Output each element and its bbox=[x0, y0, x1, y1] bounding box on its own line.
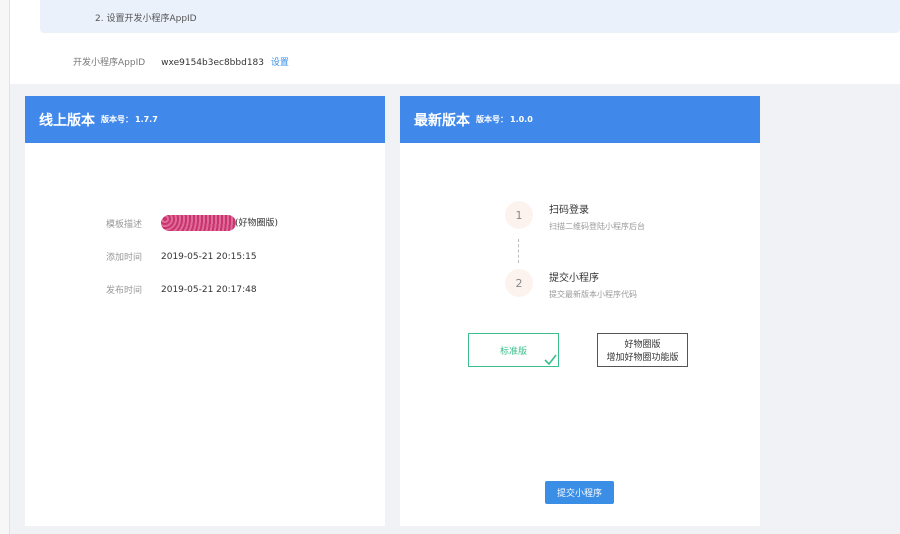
step-scan-login: 1 扫码登录 扫描二维码登陆小程序后台 bbox=[505, 201, 645, 232]
online-version-number: 1.7.7 bbox=[135, 115, 158, 124]
step-tip-box: 2. 设置开发小程序AppID bbox=[40, 0, 900, 33]
submit-miniprogram-button[interactable]: 提交小程序 bbox=[545, 481, 614, 504]
latest-version-title: 最新版本 bbox=[414, 112, 470, 129]
latest-version-number: 1.0.0 bbox=[510, 115, 533, 124]
online-version-card: 线上版本 版本号： 1.7.7 模板描述 (好物圈版) 添加时间 2019-05… bbox=[25, 96, 385, 526]
version-option-standard[interactable]: 标准版 bbox=[468, 333, 559, 367]
version-option-desc: 增加好物圈功能版 bbox=[606, 353, 679, 363]
published-time-row: 发布时间 2019-05-21 20:17:48 bbox=[106, 283, 257, 297]
step-tip-text: 2. 设置开发小程序AppID bbox=[95, 14, 197, 24]
latest-version-card: 最新版本 版本号： 1.0.0 1 扫码登录 扫描二维码登陆小程序后台 2 提交… bbox=[400, 96, 760, 526]
added-time-value: 2019-05-21 20:15:15 bbox=[161, 251, 257, 262]
step-title: 扫码登录 bbox=[549, 205, 589, 216]
version-label: 版本号： bbox=[476, 115, 508, 124]
empty-area bbox=[760, 96, 900, 526]
online-version-title: 线上版本 bbox=[39, 112, 95, 129]
added-time-label: 添加时间 bbox=[106, 253, 143, 263]
checkmark-icon bbox=[544, 354, 557, 366]
step-connector bbox=[518, 239, 519, 263]
step-submit: 2 提交小程序 提交最新版本小程序代码 bbox=[505, 269, 637, 300]
online-version-header: 线上版本 版本号： 1.7.7 bbox=[25, 96, 385, 143]
latest-version-header: 最新版本 版本号： 1.0.0 bbox=[400, 96, 760, 143]
template-desc-value: (好物圈版) bbox=[235, 218, 279, 229]
version-option-name: 标准版 bbox=[499, 346, 527, 357]
published-time-label: 发布时间 bbox=[106, 286, 143, 296]
appid-value: wxe9154b3ec8bbd183 bbox=[161, 58, 264, 68]
template-desc-row: 模板描述 (好物圈版) bbox=[106, 215, 278, 231]
step-number: 2 bbox=[505, 269, 533, 297]
version-option-name: 好物圈版 bbox=[624, 340, 661, 350]
left-rail bbox=[0, 0, 10, 534]
version-option-haowu[interactable]: 好物圈版 增加好物圈功能版 bbox=[597, 333, 688, 367]
appid-row: 开发小程序AppID wxe9154b3ec8bbd183 设置 bbox=[73, 55, 289, 68]
appid-settings-panel: 2. 设置开发小程序AppID 开发小程序AppID wxe9154b3ec8b… bbox=[10, 0, 900, 84]
redacted-text bbox=[161, 215, 236, 231]
step-title: 提交小程序 bbox=[549, 273, 599, 284]
step-desc: 扫描二维码登陆小程序后台 bbox=[549, 222, 645, 231]
published-time-value: 2019-05-21 20:17:48 bbox=[161, 284, 257, 295]
template-desc-label: 模板描述 bbox=[106, 219, 143, 230]
added-time-row: 添加时间 2019-05-21 20:15:15 bbox=[106, 250, 257, 264]
version-label: 版本号： bbox=[101, 115, 133, 124]
set-appid-link[interactable]: 设置 bbox=[271, 58, 289, 68]
step-number: 1 bbox=[505, 201, 533, 229]
appid-label: 开发小程序AppID bbox=[73, 58, 146, 68]
step-desc: 提交最新版本小程序代码 bbox=[549, 290, 637, 299]
